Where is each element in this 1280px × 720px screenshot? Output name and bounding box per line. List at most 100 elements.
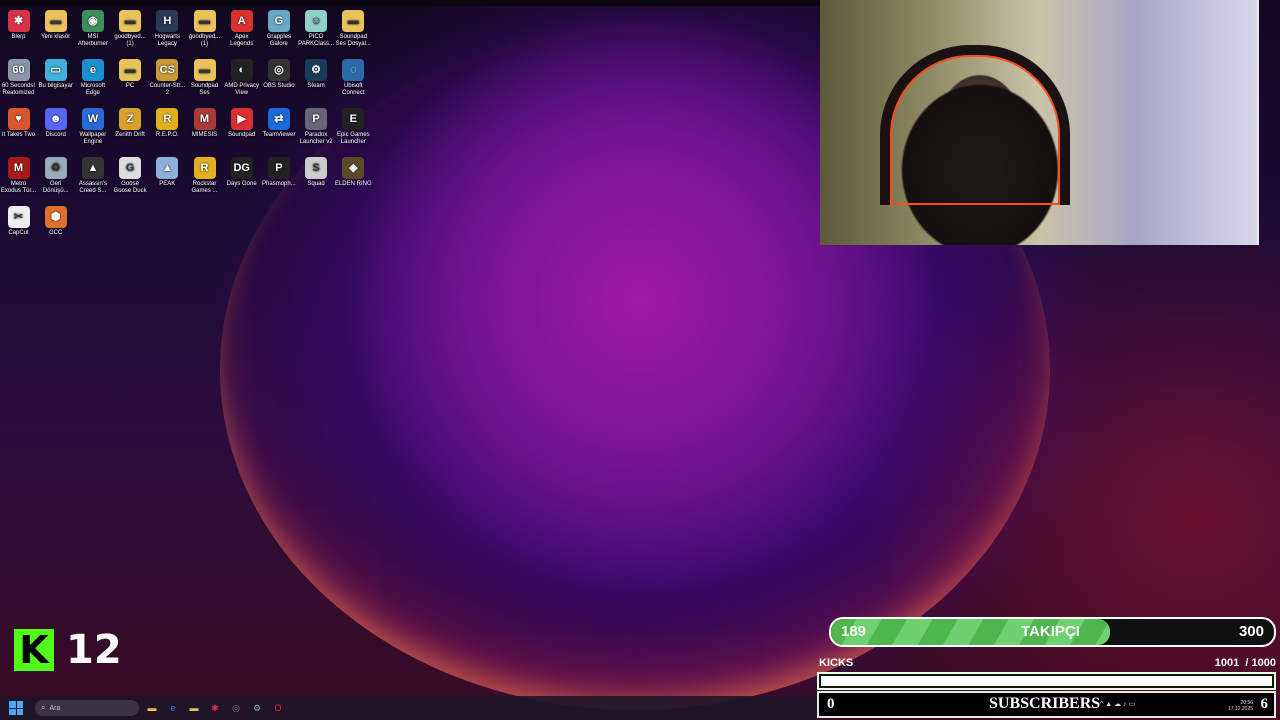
start-button[interactable] [9, 701, 23, 715]
folder-icon: ▬ [342, 10, 365, 32]
this-pc-icon: ▭ [44, 59, 67, 81]
blerp-taskbar-icon[interactable]: ✱ [207, 700, 223, 716]
epic-games-icon: E [342, 108, 365, 130]
shortcut-label: Bu bilgisayar [38, 83, 73, 89]
shortcut-label: Geri Dönüşü... [42, 181, 69, 194]
kicks-count: 1001 / 1000 [1215, 657, 1276, 669]
opera-taskbar-icon[interactable]: O [270, 700, 286, 716]
desktop-shortcut[interactable]: G Goose Goose Duck [112, 157, 149, 195]
desktop-shortcut[interactable]: W Wallpaper Engine [74, 108, 111, 146]
system-tray[interactable]: ^ ▲ ☁ ♪ ▭ [1100, 700, 1135, 708]
shortcut-label: ELDEN RING [334, 181, 372, 187]
shortcut-label: Yeni klasör [41, 34, 71, 40]
desktop-shortcut[interactable]: ▶ Soundpad [223, 108, 260, 139]
desktop-shortcut[interactable]: ⬢ GCC [37, 206, 74, 237]
desktop-shortcut[interactable]: 60 60 Seconds! Reatomized [0, 59, 37, 97]
teamviewer-icon: ⇄ [267, 108, 290, 130]
desktop-shortcut[interactable]: ☺ PICO PARKClass... [298, 10, 335, 48]
it-takes-two-icon: ♥ [7, 108, 30, 130]
phasmophobia-icon: P [267, 157, 290, 179]
shortcut-label: Soundpad Ses Dosyal... [335, 34, 371, 47]
desktop-shortcut[interactable]: A Apex Legends [223, 10, 260, 48]
shortcut-label: Grapples Galore [266, 34, 292, 47]
subscriber-goal-bar: 0 SUBSCRIBERS 6 [817, 691, 1276, 718]
desktop-shortcut[interactable]: ♥ It Takes Two [0, 108, 37, 139]
shortcut-label: Wallpaper Engine [79, 132, 107, 145]
desktop-shortcut[interactable]: ♻ Geri Dönüşü... [37, 157, 74, 195]
follower-goal-bar: 189 TAKIPÇI 300 [829, 617, 1276, 647]
desktop-shortcut[interactable]: ⇄ TeamViewer [260, 108, 297, 139]
desktop-shortcut[interactable]: ◈ ELDEN RING [335, 157, 372, 188]
shortcut-label: Counter-Str... 2 [149, 83, 186, 96]
taskbar-search[interactable]: ⌕ Ara [35, 700, 139, 716]
shortcut-label: Apex Legends [230, 34, 254, 47]
desktop-shortcut[interactable]: ▬ Soundpad Ses Dosyal... [335, 10, 372, 48]
clock[interactable]: 20:56 17.12.2025 [1228, 700, 1253, 712]
shortcut-label: Goose Goose Duck [113, 181, 147, 194]
mimesis-icon: M [193, 108, 216, 130]
obs-taskbar-icon[interactable]: ◎ [228, 700, 244, 716]
desktop-shortcut[interactable]: ◉ MSI Afterburner [74, 10, 111, 48]
shortcut-label: AMD Privacy View [224, 83, 260, 96]
top-strip [0, 0, 820, 6]
desktop-shortcut[interactable]: H Hogwarts Legacy [149, 10, 186, 48]
desktop-shortcut[interactable]: CS Counter-Str... 2 [149, 59, 186, 97]
shortcut-label: MSI Afterburner [77, 34, 108, 47]
elden-ring-icon: ◈ [342, 157, 365, 179]
shortcut-label: Microsoft Edge [80, 83, 106, 96]
desktop-shortcut[interactable]: S Squad [298, 157, 335, 188]
steam-taskbar-icon[interactable]: ⚙ [249, 700, 265, 716]
desktop-shortcut[interactable]: DG Days Gone [223, 157, 260, 188]
assassins-creed-icon: ▲ [81, 157, 104, 179]
desktop-shortcut[interactable]: ▭ Bu bilgisayar [37, 59, 74, 90]
desktop-shortcut[interactable]: P Phasmoph... [260, 157, 297, 188]
desktop-shortcut[interactable]: R Rockstar Games ... [186, 157, 223, 195]
desktop-shortcut[interactable]: R R.E.P.O. [149, 108, 186, 139]
metro-exodus-icon: M [7, 157, 30, 179]
ubisoft-connect-icon: ◌ [342, 59, 365, 81]
shortcut-label: R.E.P.O. [155, 132, 179, 138]
desktop-shortcut[interactable]: P Paradox Launcher v2 [298, 108, 335, 146]
desktop-shortcut[interactable]: ▬ Soundpad Ses [186, 59, 223, 97]
desktop-shortcut[interactable]: ◎ OBS Studio [260, 59, 297, 90]
recycle-bin-icon: ♻ [44, 157, 67, 179]
shortcut-label: PICO PARKClass... [298, 34, 335, 47]
desktop-shortcut[interactable]: ◐ AMD Privacy View [223, 59, 260, 97]
desktop-shortcut[interactable]: ▲ Assassin's Creed S... [74, 157, 111, 195]
desktop-shortcut[interactable]: M MIMESIS [186, 108, 223, 139]
file-explorer-icon[interactable]: ▬ [144, 700, 160, 716]
desktop-shortcut[interactable]: G Grapples Galore [260, 10, 297, 48]
follower-goal: 300 [1238, 623, 1264, 640]
desktop-shortcut[interactable]: e Microsoft Edge [74, 59, 111, 97]
desktop-shortcut[interactable]: ▲ PEAK [149, 157, 186, 188]
shortcut-label: TeamViewer [262, 132, 296, 138]
wallpaper-engine-icon: W [81, 108, 104, 130]
kicks-label: KICKS [819, 657, 854, 669]
desktop-shortcut[interactable]: ☻ Discord [37, 108, 74, 139]
desktop-shortcut[interactable]: ▬ goodbyed... (1) [112, 10, 149, 48]
blerp-icon: ✱ [7, 10, 30, 32]
desktop-shortcut[interactable]: ▬ Yeni klasör [37, 10, 74, 41]
shortcut-label: goodbyed... (1) [188, 34, 221, 47]
shortcut-label: Rockstar Games ... [191, 181, 218, 194]
desktop-shortcut[interactable]: ✂ CapCut [0, 206, 37, 237]
folder-icon: ▬ [44, 10, 67, 32]
shortcut-label: Discord [45, 132, 66, 138]
shortcut-label: Soundpad [228, 132, 256, 138]
desktop-shortcut[interactable]: ◌ Ubisoft Connect [335, 59, 372, 97]
desktop-shortcut[interactable]: ⚙ Steam [298, 59, 335, 90]
clock-date: 17.12.2025 [1228, 706, 1254, 712]
desktop-shortcut[interactable]: Z Zenith Drift [112, 108, 149, 139]
goose-goose-duck-icon: G [119, 157, 142, 179]
desktop-shortcut[interactable]: E Epic Games Launcher [335, 108, 372, 146]
pico-park-icon: ☺ [305, 10, 328, 32]
desktop-shortcut[interactable]: ▬ goodbyed... (1) [186, 10, 223, 48]
desktop-shortcut[interactable]: ▬ PC [112, 59, 149, 90]
desktop-shortcut[interactable]: M Metro Exodus Tür... [0, 157, 37, 195]
grapples-galore-icon: G [267, 10, 290, 32]
desktop-shortcut[interactable]: ✱ Blerp [0, 10, 37, 41]
steam-icon: ⚙ [305, 59, 328, 81]
edge-taskbar-icon[interactable]: e [165, 700, 181, 716]
search-placeholder: Ara [49, 704, 61, 712]
folder-taskbar-icon[interactable]: ▬ [186, 700, 202, 716]
